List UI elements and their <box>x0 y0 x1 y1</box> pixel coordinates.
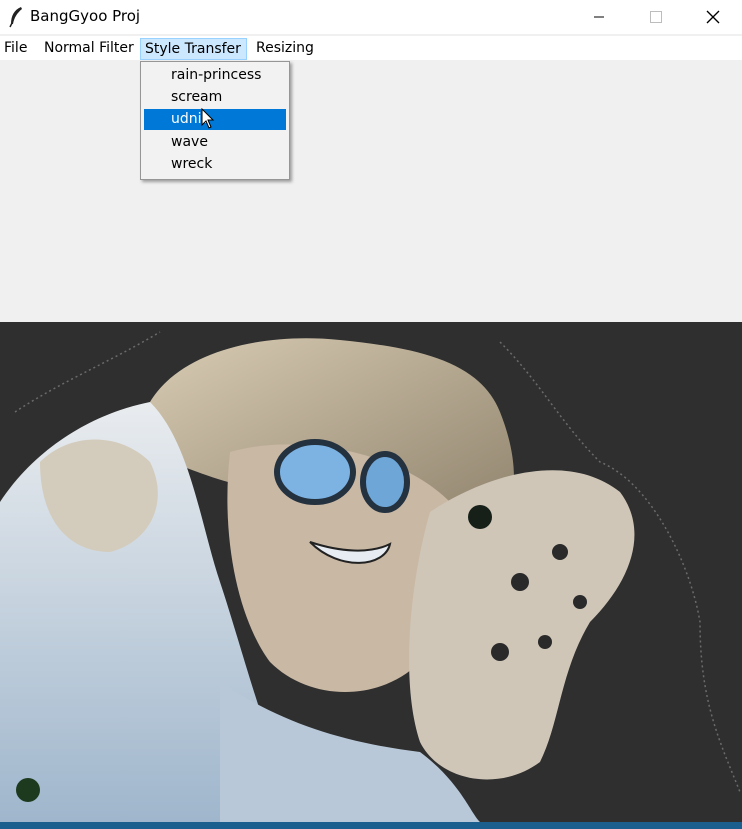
menu-option-rain-princess[interactable]: rain-princess <box>144 65 286 86</box>
style-transfer-dropdown: rain-princess scream udnie wave wreck <box>140 61 290 180</box>
close-icon <box>706 10 720 24</box>
minimize-button[interactable] <box>570 0 628 34</box>
taskbar-strip <box>0 822 742 829</box>
menu-option-wave[interactable]: wave <box>144 132 286 153</box>
minimize-icon <box>594 16 604 18</box>
menu-option-scream[interactable]: scream <box>144 87 286 108</box>
menu-style-transfer[interactable]: Style Transfer <box>140 38 247 60</box>
menu-resizing[interactable]: Resizing <box>252 38 318 60</box>
maximize-icon <box>650 11 662 23</box>
menu-option-wreck[interactable]: wreck <box>144 154 286 175</box>
close-button[interactable] <box>684 0 742 34</box>
menu-file[interactable]: File <box>0 38 31 60</box>
maximize-button[interactable] <box>627 0 685 34</box>
menu-normal-filter[interactable]: Normal Filter <box>40 38 138 60</box>
menu-bar: File Normal Filter Style Transfer Resizi… <box>0 36 742 60</box>
blank-panel <box>0 60 742 322</box>
menu-option-udnie[interactable]: udnie <box>144 109 286 130</box>
window-title: BangGyoo Proj <box>30 7 141 25</box>
mouse-cursor-icon <box>201 108 215 129</box>
feather-icon <box>9 7 22 28</box>
stylized-image <box>0 322 742 822</box>
title-bar: BangGyoo Proj <box>0 0 742 34</box>
stylized-portrait-image <box>0 322 742 822</box>
